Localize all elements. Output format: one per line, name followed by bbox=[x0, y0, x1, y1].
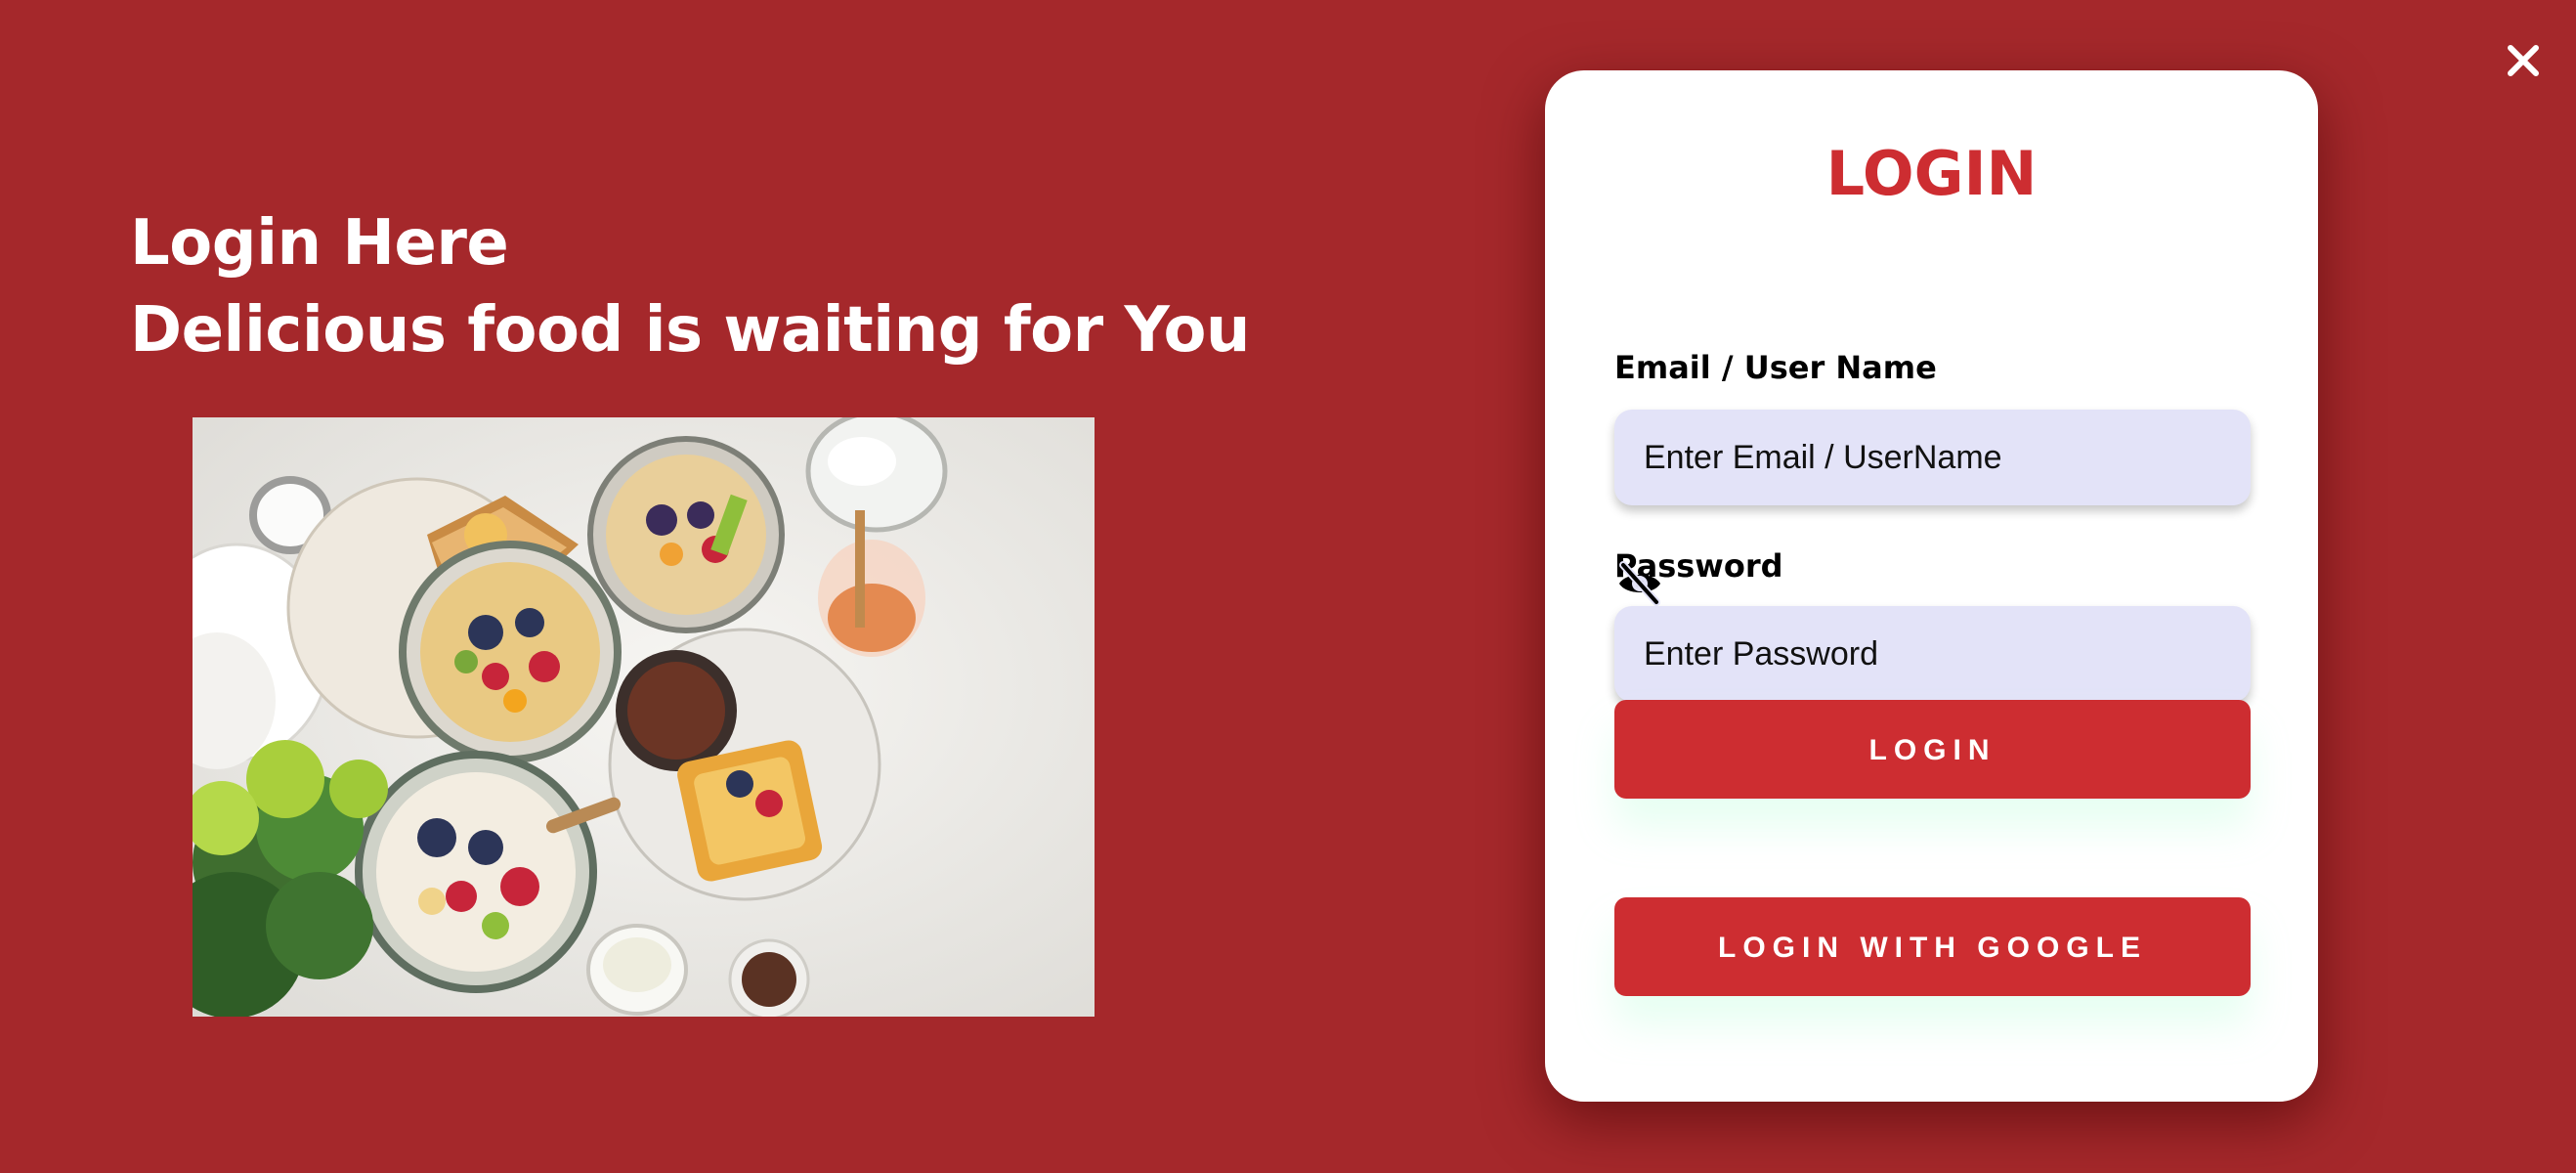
email-field-wrapper bbox=[1614, 410, 2251, 505]
login-button[interactable]: LOGIN bbox=[1614, 700, 2251, 799]
password-field-wrapper bbox=[1614, 606, 2251, 702]
eye-off-icon bbox=[1619, 561, 1660, 606]
login-with-google-button[interactable]: LOGIN WITH GOOGLE bbox=[1614, 897, 2251, 996]
email-label: Email / User Name bbox=[1614, 349, 1937, 386]
close-icon bbox=[2508, 45, 2539, 76]
password-input[interactable] bbox=[1644, 606, 2113, 702]
food-image bbox=[193, 417, 1095, 1017]
password-visibility-toggle[interactable] bbox=[1615, 559, 1664, 608]
hero-title: Login Here bbox=[130, 207, 509, 280]
close-button[interactable] bbox=[2504, 41, 2543, 80]
email-input[interactable] bbox=[1644, 410, 2113, 505]
hero-tagline: Delicious food is waiting for You bbox=[130, 294, 1250, 367]
food-photo-illustration bbox=[193, 417, 1095, 1017]
login-title: LOGIN bbox=[1825, 138, 2038, 209]
hero-heading: Login Here Delicious food is waiting for… bbox=[130, 200, 1250, 374]
